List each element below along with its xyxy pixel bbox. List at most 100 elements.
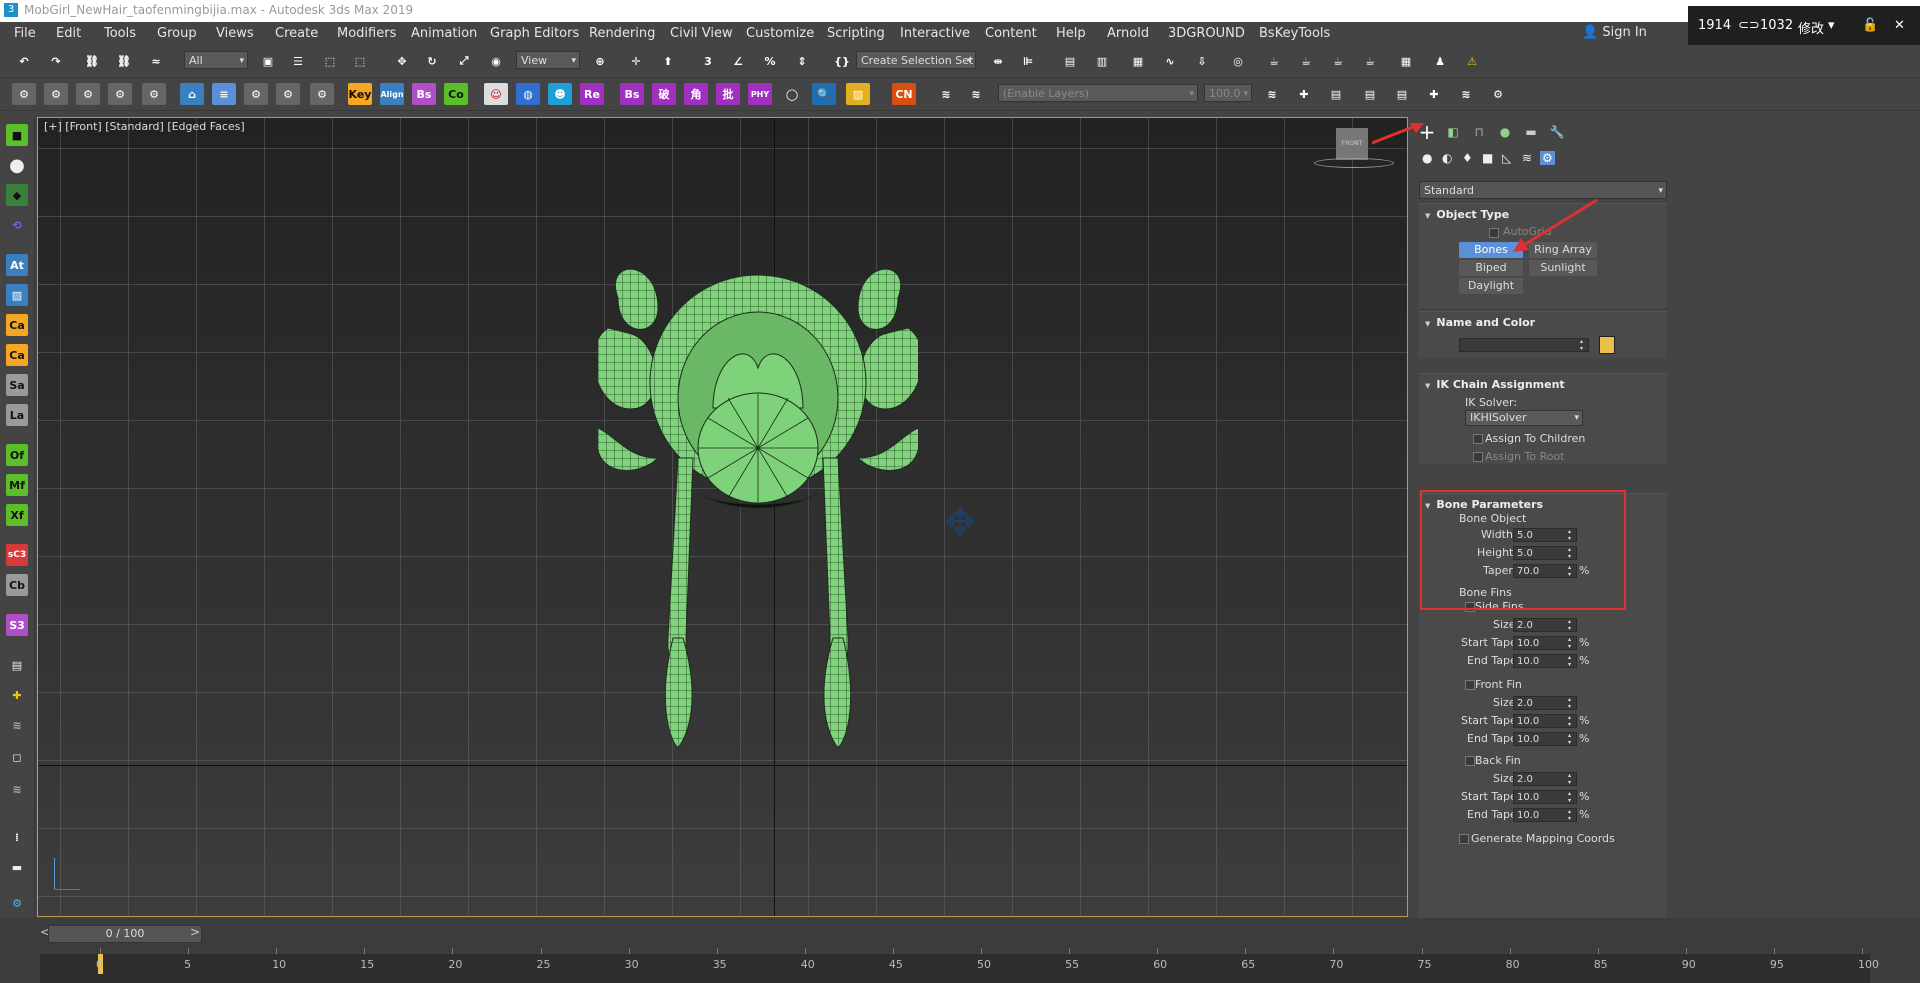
snaps-toggle-icon[interactable]: 3 <box>696 50 720 72</box>
menu-rendering[interactable]: Rendering <box>589 26 655 41</box>
phy-skin-button[interactable]: PHY <box>748 83 772 105</box>
menu-modifiers[interactable]: Modifiers <box>337 26 396 41</box>
menu-scripting[interactable]: Scripting <box>827 26 885 41</box>
of-button[interactable]: Of <box>6 444 28 466</box>
tool-icon-7[interactable]: ≡ <box>212 83 236 105</box>
select-by-name-icon[interactable]: ☰ <box>286 50 310 72</box>
geometry-icon[interactable]: ● <box>1422 151 1432 165</box>
name-color-header[interactable]: Name and Color <box>1425 316 1535 329</box>
menu-interactive[interactable]: Interactive <box>900 26 970 41</box>
corner-button[interactable]: 角 <box>684 83 708 105</box>
rename-button[interactable]: Re <box>580 83 604 105</box>
hair-mesh-model[interactable] <box>598 258 918 778</box>
tool-icon-2[interactable]: ⚙ <box>44 83 68 105</box>
viewport-label[interactable]: [+] [Front] [Standard] [Edged Faces] <box>44 120 245 133</box>
helper-icon[interactable]: ⟲ <box>6 214 28 236</box>
warning-icon[interactable]: ⚠ <box>1460 50 1484 72</box>
stack-icon[interactable]: ≋ <box>6 714 28 736</box>
motion-tab-icon[interactable]: ● <box>1494 121 1516 143</box>
menu-edit[interactable]: Edit <box>56 26 81 41</box>
sa-button[interactable]: Sa <box>6 374 28 396</box>
selection-filter-select[interactable]: All <box>184 51 248 70</box>
category-select[interactable]: Standard <box>1419 181 1667 200</box>
menu-help[interactable]: Help <box>1056 26 1086 41</box>
window-crossing-icon[interactable]: ⬚ <box>348 50 372 72</box>
ca2-button[interactable]: Ca <box>6 344 28 366</box>
modify-tab-icon[interactable]: ◧ <box>1442 121 1464 143</box>
menu-graph-editors[interactable]: Graph Editors <box>490 26 579 41</box>
layers-add-icon[interactable]: ≋ <box>964 83 988 105</box>
sunlight-button[interactable]: Sunlight <box>1529 260 1597 276</box>
bs-button[interactable]: Bs <box>412 83 436 105</box>
search-icon[interactable]: 🔍 <box>812 83 836 105</box>
viewcube-ring[interactable] <box>1314 158 1394 168</box>
menu-content[interactable]: Content <box>985 26 1037 41</box>
box-icon[interactable]: ■ <box>6 124 28 146</box>
scale-icon[interactable]: ⤢ <box>452 50 476 72</box>
object-type-header[interactable]: Object Type <box>1425 208 1509 221</box>
helpers-icon[interactable]: ◺ <box>1502 151 1511 165</box>
overlay-action[interactable]: 修改 <box>1798 18 1824 37</box>
tool-icon-9[interactable]: ⚙ <box>276 83 300 105</box>
daylight-button[interactable]: Daylight <box>1459 278 1523 294</box>
back-fin-checkbox[interactable] <box>1465 756 1475 766</box>
spacewarps-icon[interactable]: ≋ <box>1522 151 1532 165</box>
tool-icon-4[interactable]: ⚙ <box>108 83 132 105</box>
redo-icon[interactable]: ↷ <box>44 50 68 72</box>
menu-views[interactable]: Views <box>216 26 254 41</box>
menu-bskeytools[interactable]: BsKeyTools <box>1259 26 1330 41</box>
enable-layers-select[interactable]: (Enable Layers) <box>998 84 1198 103</box>
align-button[interactable]: Align <box>380 83 404 105</box>
menu-civil-view[interactable]: Civil View <box>670 26 733 41</box>
render-grid-icon[interactable]: ▦ <box>1394 50 1418 72</box>
systems-icon[interactable]: ⚙ <box>1540 151 1555 165</box>
time-slider[interactable]: 0 / 100 <box>48 925 202 943</box>
edit-named-selection-icon[interactable]: {} <box>830 50 854 72</box>
layer-tool-icon-8[interactable]: ⚙ <box>1486 83 1510 105</box>
gear-icon[interactable]: ⚙ <box>6 892 28 914</box>
ik-solver-select[interactable]: IKHISolver <box>1465 410 1583 426</box>
shapes-icon[interactable]: ◐ <box>1442 151 1452 165</box>
pivot-icon[interactable]: ⊕ <box>588 50 612 72</box>
utilities-tab-icon[interactable]: 🔧 <box>1546 121 1568 143</box>
character-icon[interactable]: ☺ <box>484 83 508 105</box>
assign-root-checkbox[interactable] <box>1473 452 1483 462</box>
mf-button[interactable]: Mf <box>6 474 28 496</box>
cb-button[interactable]: Cb <box>6 574 28 596</box>
tool-icon-3[interactable]: ⚙ <box>76 83 100 105</box>
undo-icon[interactable]: ↶ <box>12 50 36 72</box>
back-start-taper-spinner[interactable]: 10.0 <box>1513 790 1577 804</box>
figure-icon[interactable]: ♟ <box>1428 50 1452 72</box>
menu-arnold[interactable]: Arnold <box>1107 26 1149 41</box>
key-button[interactable]: Key <box>348 83 372 105</box>
viewport-front[interactable]: [+] [Front] [Standard] [Edged Faces] FRO… <box>37 117 1408 917</box>
layer-tool-icon-7[interactable]: ≋ <box>1454 83 1478 105</box>
menu-animation[interactable]: Animation <box>411 26 477 41</box>
layer-icon[interactable]: ▤ <box>6 654 28 676</box>
back-size-spinner[interactable]: 2.0 <box>1513 772 1577 786</box>
ring-icon[interactable]: ◯ <box>780 83 804 105</box>
face-icon[interactable]: ☻ <box>548 83 572 105</box>
scene-explorer-icon[interactable]: ▤ <box>1058 50 1082 72</box>
rendered-frame-icon[interactable]: ☕ <box>1294 50 1318 72</box>
hierarchy-tab-icon[interactable]: ⊓ <box>1468 121 1490 143</box>
menu-group[interactable]: Group <box>157 26 197 41</box>
layer-tool-icon-1[interactable]: ≋ <box>1260 83 1284 105</box>
co-button[interactable]: Co <box>444 83 468 105</box>
layer-tool-icon-5[interactable]: ▤ <box>1390 83 1414 105</box>
object-name-field[interactable] <box>1459 338 1589 352</box>
globe-icon[interactable]: ◍ <box>516 83 540 105</box>
folder-icon[interactable]: ▨ <box>846 83 870 105</box>
side-size-spinner[interactable]: 2.0 <box>1513 618 1577 632</box>
side-start-taper-spinner[interactable]: 10.0 <box>1513 636 1577 650</box>
ik-chain-header[interactable]: IK Chain Assignment <box>1425 378 1564 391</box>
back-end-taper-spinner[interactable]: 10.0 <box>1513 808 1577 822</box>
placement-icon[interactable]: ◉ <box>484 50 508 72</box>
sc3-button[interactable]: sC3 <box>6 544 28 566</box>
add-layer-icon[interactable]: ✚ <box>6 684 28 706</box>
front-size-spinner[interactable]: 2.0 <box>1513 696 1577 710</box>
select-object-icon[interactable]: ▣ <box>256 50 280 72</box>
layer-explorer-icon[interactable]: ▥ <box>1090 50 1114 72</box>
front-start-taper-spinner[interactable]: 10.0 <box>1513 714 1577 728</box>
image-icon[interactable]: ▨ <box>6 284 28 306</box>
